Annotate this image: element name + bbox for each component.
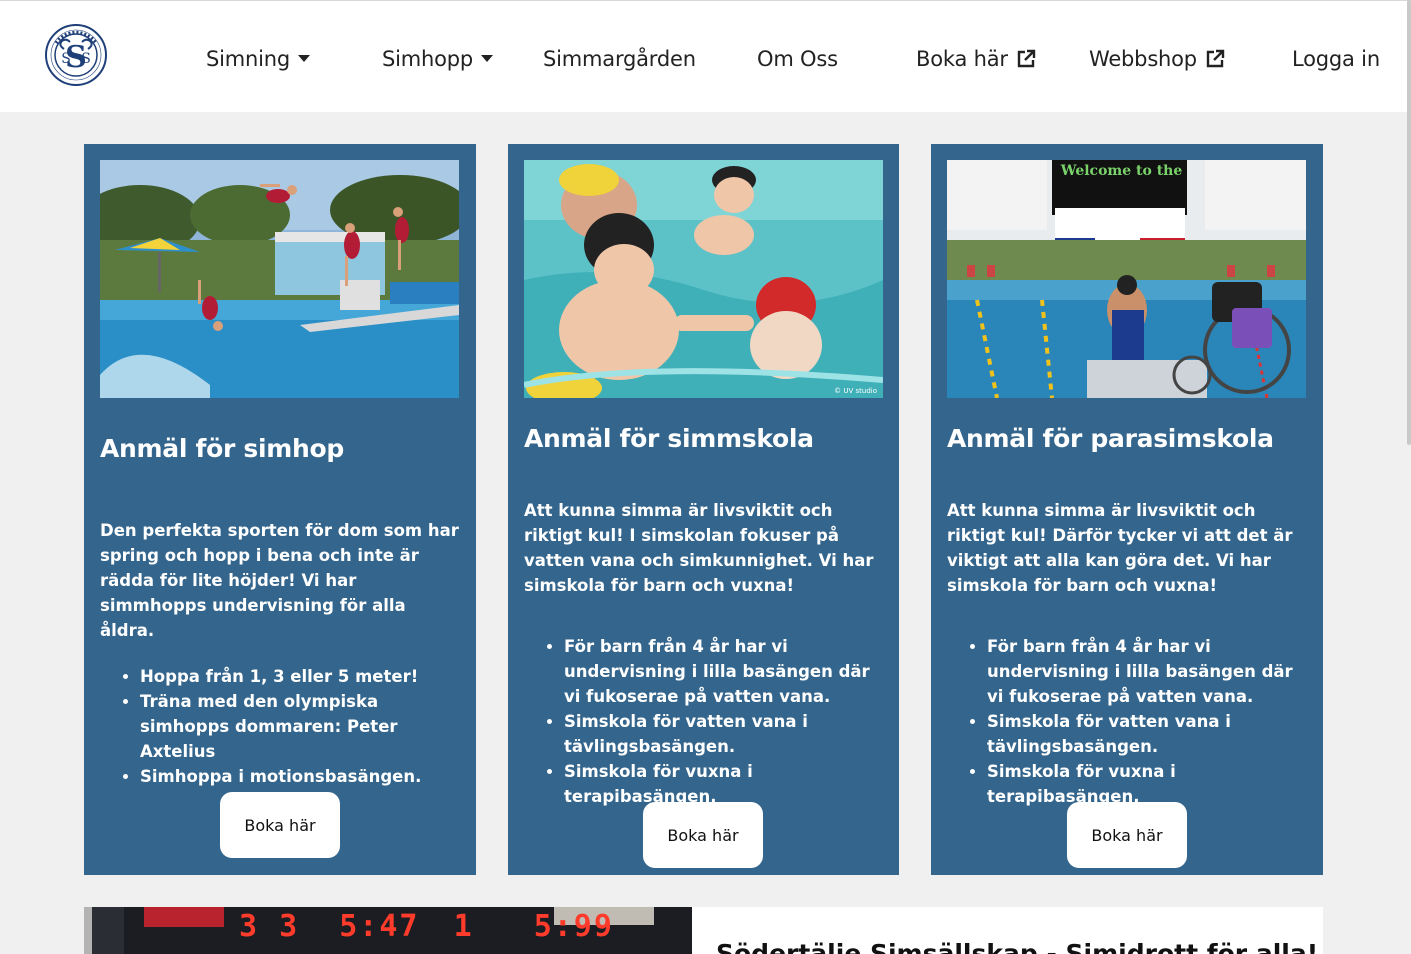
card-bullets: För barn från 4 år har vi undervisning i… xyxy=(564,634,885,809)
card-title: Anmäl för parasimskola xyxy=(947,424,1274,453)
swim-school-photo: © UV studio xyxy=(524,160,883,398)
boka-har-button[interactable]: Boka här xyxy=(1067,802,1187,868)
card-simmskola: © UV studio Anmäl för simmskola Att kunn… xyxy=(508,144,899,875)
list-item: Träna med den olympiska simhopps dommare… xyxy=(140,689,462,764)
page-scrollbar[interactable] xyxy=(1407,0,1411,445)
scoreboard-digits: 3 3 5:47 1 5:99 xyxy=(239,909,614,944)
card-bullets: För barn från 4 år har vi undervisning i… xyxy=(987,634,1309,809)
nav-simning-label: Simning xyxy=(206,47,291,71)
nav-webbshop-label: Webbshop xyxy=(1089,47,1197,71)
nav-simmargarden-label: Simmargården xyxy=(543,47,696,71)
scoreboard-value: 3 xyxy=(279,909,300,944)
list-item: För barn från 4 år har vi undervisning i… xyxy=(564,634,885,709)
caret-down-icon xyxy=(298,55,311,62)
nav-webbshop[interactable]: Webbshop xyxy=(1089,45,1225,73)
nav-boka-har-label: Boka här xyxy=(916,47,1008,71)
svg-text:S: S xyxy=(61,51,71,67)
card-title: Anmäl för simhop xyxy=(100,434,344,463)
external-link-icon xyxy=(1206,49,1225,68)
nav-om-oss-label: Om Oss xyxy=(757,47,838,71)
nav-logga-in-label: Logga in xyxy=(1292,47,1380,71)
club-logo-icon: S S S xyxy=(45,24,107,86)
intro-heading: Södertälje Simsällskap - Simidrott för a… xyxy=(716,939,1319,954)
card-text: Att kunna simma är livsviktit och riktig… xyxy=(947,501,1293,595)
external-link-icon xyxy=(1017,49,1036,68)
list-item: Hoppa från 1, 3 eller 5 meter! xyxy=(140,664,462,689)
club-logo[interactable]: S S S xyxy=(40,23,112,87)
list-item: Simskola för vatten vana i tävlingsbasän… xyxy=(564,709,885,759)
scoreboard-photo: 3 3 5:47 1 5:99 xyxy=(84,907,692,954)
card-title: Anmäl för simmskola xyxy=(524,424,814,453)
svg-text:S: S xyxy=(81,51,91,67)
card-simhopp: Anmäl för simhop Den perfekta sporten fö… xyxy=(84,144,476,875)
caret-down-icon xyxy=(481,55,494,62)
para-swim-photo: Welcome to the xyxy=(947,160,1306,398)
boka-har-button[interactable]: Boka här xyxy=(220,792,340,858)
nav-logga-in[interactable]: Logga in xyxy=(1292,45,1380,73)
list-item: Simhoppa i motionsbasängen. xyxy=(140,764,462,789)
site-header: S S S Simning Simhopp Simmargården Om Os… xyxy=(0,0,1411,112)
card-parasimskola: Welcome to the Anmäl för parasimskola At… xyxy=(931,144,1323,875)
nav-boka-har[interactable]: Boka här xyxy=(916,45,1036,73)
nav-om-oss[interactable]: Om Oss xyxy=(757,45,838,73)
nav-simmargarden[interactable]: Simmargården xyxy=(543,45,696,73)
list-item: Simskola för vatten vana i tävlingsbasän… xyxy=(987,709,1309,759)
scoreboard-value: 1 xyxy=(453,909,474,944)
list-item: För barn från 4 år har vi undervisning i… xyxy=(987,634,1309,709)
nav-simhopp-label: Simhopp xyxy=(382,47,474,71)
diving-photo xyxy=(100,160,459,398)
scoreboard-value: 3 xyxy=(239,909,260,944)
welcome-sign: Welcome to the xyxy=(1060,163,1183,179)
card-text: Att kunna simma är livsviktit och riktig… xyxy=(524,501,874,595)
boka-har-button[interactable]: Boka här xyxy=(643,802,763,868)
scoreboard-value: 5:47 xyxy=(339,909,420,944)
card-bullets: Hoppa från 1, 3 eller 5 meter! Träna med… xyxy=(140,664,462,789)
intro-panel: Södertälje Simsällskap - Simidrott för a… xyxy=(692,907,1323,954)
photo-credit: © UV studio xyxy=(834,387,877,395)
nav-simning[interactable]: Simning xyxy=(206,45,311,73)
scoreboard-value: 5:99 xyxy=(533,909,614,944)
card-text: Den perfekta sporten för dom som har spr… xyxy=(100,521,459,640)
nav-simhopp[interactable]: Simhopp xyxy=(382,45,494,73)
